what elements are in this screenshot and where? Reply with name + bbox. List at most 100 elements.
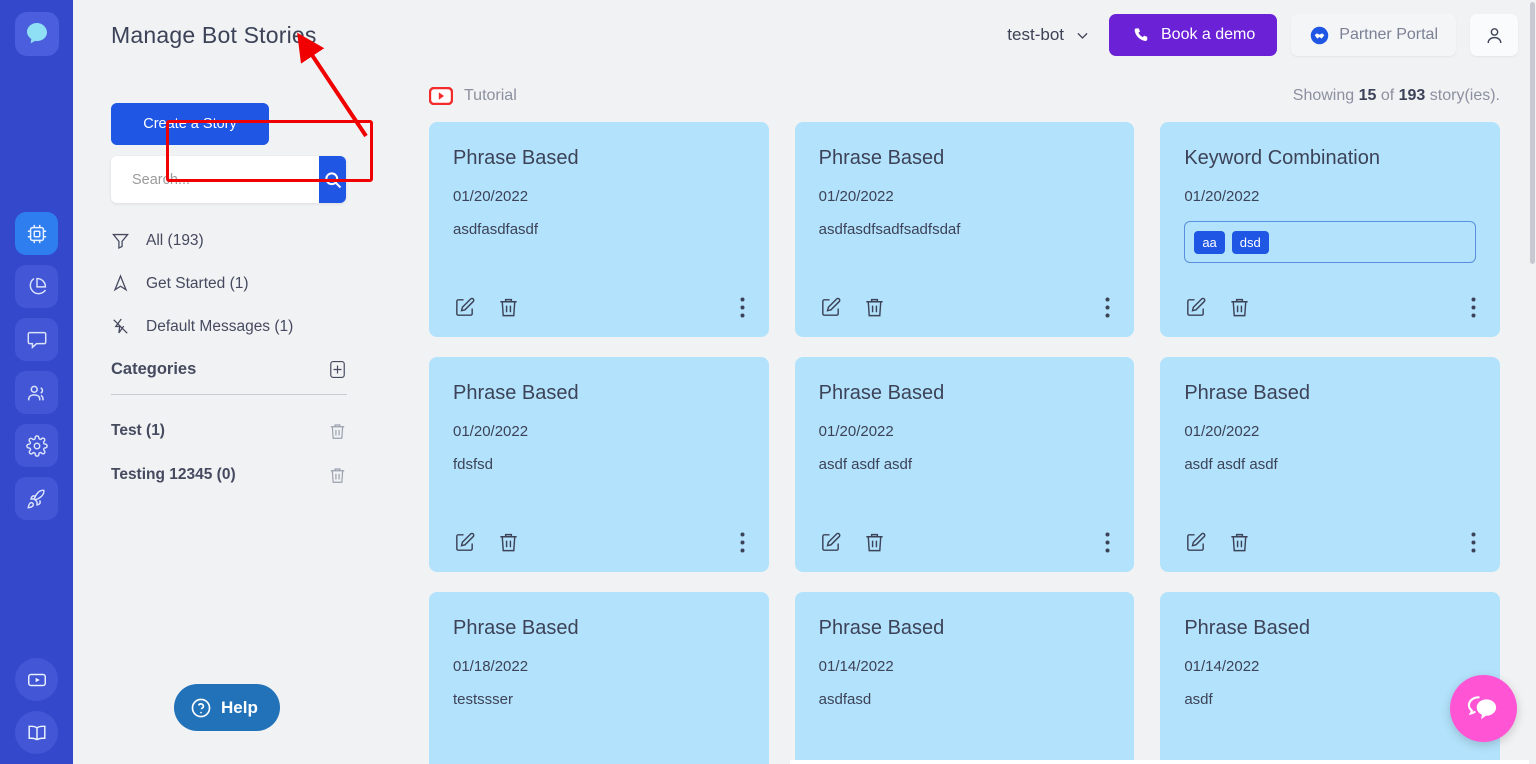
delete-story-button[interactable]	[1228, 296, 1251, 319]
story-description: asdf asdf asdf	[819, 456, 1111, 473]
category-row[interactable]: Test (1)	[111, 409, 347, 453]
partner-portal-button[interactable]: Partner Portal	[1291, 14, 1456, 56]
story-card-actions	[453, 296, 745, 319]
story-date: 01/20/2022	[1184, 188, 1476, 205]
story-more-menu-button[interactable]	[1105, 532, 1110, 553]
chevron-down-icon	[1074, 27, 1091, 44]
sidebar-item-launch[interactable]	[15, 477, 58, 520]
story-card[interactable]: Phrase Based01/20/2022asdf asdf asdf	[795, 357, 1135, 572]
delete-story-button[interactable]	[497, 296, 520, 319]
story-title: Phrase Based	[819, 617, 1111, 640]
category-label: Testing 12345 (0)	[111, 466, 236, 484]
story-card[interactable]: Keyword Combination01/20/2022aadsd	[1160, 122, 1500, 337]
story-description: testssser	[453, 691, 745, 708]
edit-story-button[interactable]	[453, 296, 476, 319]
book-demo-button[interactable]: Book a demo	[1109, 14, 1277, 56]
book-icon	[26, 722, 48, 744]
book-demo-label: Book a demo	[1161, 26, 1255, 44]
story-card[interactable]: Phrase Based 01/14/2022 asdfasd	[795, 592, 1135, 764]
story-card[interactable]: Phrase Based01/20/2022asdfasdfsadfsadfsd…	[795, 122, 1135, 337]
app-logo[interactable]	[15, 12, 59, 56]
page-scrollbar[interactable]	[1529, 0, 1536, 764]
youtube-play-icon	[429, 87, 453, 105]
story-title: Phrase Based	[453, 382, 745, 405]
category-label: Test (1)	[111, 422, 165, 440]
rocket-icon	[26, 488, 48, 510]
edit-story-button[interactable]	[1184, 296, 1207, 319]
search-button[interactable]	[319, 156, 346, 203]
showing-count: 15	[1359, 87, 1377, 104]
sidebar-item-conversations[interactable]	[15, 318, 58, 361]
search-input[interactable]	[111, 156, 319, 203]
sidebar-item-docs[interactable]	[15, 711, 58, 754]
story-date: 01/14/2022	[819, 658, 1111, 675]
edit-story-button[interactable]	[453, 531, 476, 554]
story-description: asdfasd	[819, 691, 1111, 708]
story-card-actions	[1184, 296, 1476, 319]
keyword-chip-box[interactable]: aadsd	[1184, 221, 1476, 263]
story-date: 01/18/2022	[453, 658, 745, 675]
tutorial-label: Tutorial	[464, 87, 517, 105]
filter-item-all[interactable]: All (193)	[111, 219, 397, 262]
edit-icon	[453, 296, 476, 319]
story-card-actions	[453, 531, 745, 554]
rail-nav	[15, 212, 58, 520]
delete-story-button[interactable]	[497, 531, 520, 554]
story-more-menu-button[interactable]	[1471, 532, 1476, 553]
story-date: 01/20/2022	[453, 188, 745, 205]
edit-story-button[interactable]	[819, 531, 842, 554]
help-button[interactable]: Help	[174, 684, 280, 731]
story-more-menu-button[interactable]	[740, 297, 745, 318]
story-more-menu-button[interactable]	[740, 532, 745, 553]
showing-total: 193	[1399, 87, 1426, 104]
delete-story-button[interactable]	[863, 531, 886, 554]
add-category-button[interactable]	[328, 360, 347, 379]
categories-header: Categories	[111, 360, 347, 395]
story-card-actions	[819, 531, 1111, 554]
filter-item-get-started[interactable]: Get Started (1)	[111, 262, 397, 305]
story-card[interactable]: Phrase Based01/20/2022asdf asdf asdf	[1160, 357, 1500, 572]
story-description: asdf asdf asdf	[1184, 456, 1476, 473]
story-title: Phrase Based	[819, 147, 1111, 170]
keyword-chip[interactable]: dsd	[1232, 231, 1269, 254]
sidebar-item-settings[interactable]	[15, 424, 58, 467]
trash-icon	[1228, 531, 1251, 554]
users-icon	[26, 382, 48, 404]
tutorial-link[interactable]: Tutorial	[429, 87, 517, 105]
partner-portal-label: Partner Portal	[1339, 26, 1438, 44]
delete-story-button[interactable]	[1228, 531, 1251, 554]
story-card[interactable]: Phrase Based01/20/2022fdsfsd	[429, 357, 769, 572]
story-title: Phrase Based	[453, 617, 745, 640]
chat-widget-button[interactable]	[1450, 675, 1517, 742]
scrollbar-thumb[interactable]	[1530, 2, 1535, 264]
category-row[interactable]: Testing 12345 (0)	[111, 453, 347, 497]
bot-selector[interactable]: test-bot	[1007, 25, 1091, 45]
more-vertical-icon	[1471, 532, 1476, 553]
rail-bottom-nav	[0, 658, 73, 754]
story-more-menu-button[interactable]	[1471, 297, 1476, 318]
delete-category-button[interactable]	[328, 466, 347, 485]
trash-icon	[863, 296, 886, 319]
delete-category-button[interactable]	[328, 422, 347, 441]
edit-story-button[interactable]	[819, 296, 842, 319]
sidebar-item-contacts[interactable]	[15, 371, 58, 414]
sidebar-item-videos[interactable]	[15, 658, 58, 701]
filter-item-default-messages[interactable]: Default Messages (1)	[111, 305, 397, 348]
edit-story-button[interactable]	[1184, 531, 1207, 554]
showing-middle: of	[1376, 87, 1398, 104]
story-card[interactable]: Phrase Based01/20/2022asdfasdfasdf	[429, 122, 769, 337]
gear-icon	[26, 435, 48, 457]
story-title: Phrase Based	[453, 147, 745, 170]
story-card[interactable]: Phrase Based 01/18/2022 testssser	[429, 592, 769, 764]
plus-square-icon	[328, 360, 347, 379]
keyword-chip[interactable]: aa	[1194, 231, 1224, 254]
story-more-menu-button[interactable]	[1105, 297, 1110, 318]
sidebar-item-analytics[interactable]	[15, 265, 58, 308]
delete-story-button[interactable]	[863, 296, 886, 319]
sidebar-item-bot-builder[interactable]	[15, 212, 58, 255]
story-card[interactable]: Phrase Based01/14/2022asdf	[1160, 592, 1500, 764]
trash-icon	[1228, 296, 1251, 319]
story-date: 01/20/2022	[819, 188, 1111, 205]
create-story-button[interactable]: Create a Story	[111, 103, 269, 145]
user-avatar-button[interactable]	[1470, 14, 1518, 56]
